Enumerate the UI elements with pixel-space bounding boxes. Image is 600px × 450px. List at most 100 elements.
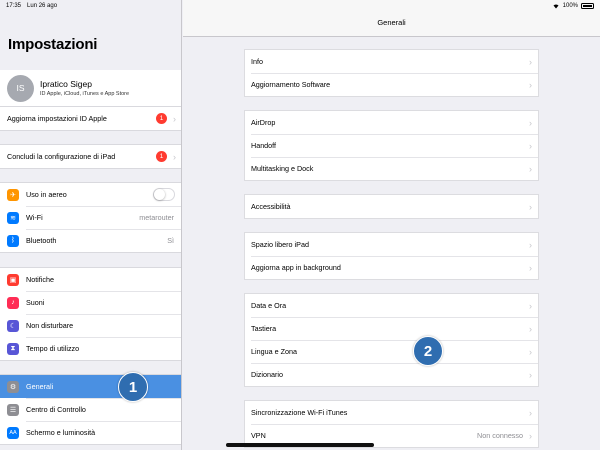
sidebar-item-label: Wi-Fi: [26, 213, 43, 222]
chevron-right-icon: ›: [529, 346, 532, 357]
row-label: Accessibilità: [251, 202, 291, 211]
chevron-right-icon: ›: [529, 323, 532, 334]
sidebar-item-notifications[interactable]: ▣ Notifiche: [0, 268, 181, 291]
continuity-group: AirDrop › Handoff › Multitasking e Dock ›: [244, 110, 539, 181]
sidebar-item-airplane[interactable]: ✈ Uso in aereo: [0, 183, 181, 206]
row-software-update[interactable]: Aggiornamento Software ›: [245, 73, 538, 96]
row-background-refresh[interactable]: Aggiorna app in background ›: [245, 256, 538, 279]
chevron-right-icon: ›: [173, 113, 176, 124]
bluetooth-value: Sì: [167, 236, 174, 245]
update-badge: 1: [156, 113, 167, 124]
wifi-icon: ≋: [7, 211, 19, 224]
row-multitasking[interactable]: Multitasking e Dock ›: [245, 157, 538, 180]
row-label: AirDrop: [251, 118, 276, 127]
chevron-right-icon: ›: [529, 140, 532, 151]
row-info[interactable]: Info ›: [245, 50, 538, 73]
chevron-right-icon: ›: [529, 163, 532, 174]
wifi-network-value: metarouter: [139, 213, 174, 222]
sidebar-item-general[interactable]: ⚙ Generali: [0, 375, 181, 398]
gear-icon: ⚙: [7, 380, 19, 393]
chevron-right-icon: ›: [529, 262, 532, 273]
sidebar-title: Impostazioni: [8, 36, 98, 53]
chevron-right-icon: ›: [529, 117, 532, 128]
display-icon: AA: [7, 426, 19, 439]
home-indicator[interactable]: [226, 443, 374, 447]
notifications-group: ▣ Notifiche ♪ Suoni ☾ Non disturbare ⧗ T…: [0, 267, 181, 361]
row-accessibility[interactable]: Accessibilità ›: [245, 195, 538, 218]
sidebar-item-label: Non disturbare: [26, 321, 74, 330]
control-center-icon: ☰: [7, 403, 19, 416]
row-label: Data e Ora: [251, 301, 287, 310]
sidebar-item-label: Notifiche: [26, 275, 54, 284]
row-handoff[interactable]: Handoff ›: [245, 134, 538, 157]
row-label: Lingua e Zona: [251, 347, 297, 356]
sidebar-item-label: Centro di Controllo: [26, 405, 86, 414]
airplane-mode-toggle[interactable]: [153, 188, 175, 201]
chevron-right-icon: ›: [529, 56, 532, 67]
row-keyboard[interactable]: Tastiera ›: [245, 317, 538, 340]
moon-icon: ☾: [7, 319, 19, 332]
row-itunes-wifi-sync[interactable]: Sincronizzazione Wi-Fi iTunes ›: [245, 401, 538, 424]
sync-vpn-group: Sincronizzazione Wi-Fi iTunes › VPN Non co…: [244, 400, 539, 448]
sidebar-item-display[interactable]: AA Schermo e luminosità: [0, 421, 181, 444]
profile-name: Ipratico Sigep: [40, 79, 92, 89]
chevron-right-icon: ›: [529, 407, 532, 418]
battery-icon: [581, 3, 594, 9]
bluetooth-icon: ᛒ: [7, 234, 19, 247]
row-date-time[interactable]: Data e Ora ›: [245, 294, 538, 317]
row-label: VPN: [251, 431, 266, 440]
row-label: Info: [251, 57, 263, 66]
row-label: Aggiorna app in background: [251, 263, 341, 272]
sidebar-item-screen-time[interactable]: ⧗ Tempo di utilizzo: [0, 337, 181, 360]
row-language-region[interactable]: Lingua e Zona ›: [245, 340, 538, 363]
sidebar-item-do-not-disturb[interactable]: ☾ Non disturbare: [0, 314, 181, 337]
update-apple-id-row[interactable]: Aggiorna impostazioni ID Apple 1 ›: [0, 107, 181, 130]
callout-marker-1: 1: [118, 372, 148, 402]
locale-group: Data e Ora › Tastiera › Lingua e Zona › Diz…: [244, 293, 539, 387]
wifi-status-icon: [553, 4, 559, 9]
status-time: 17:35: [6, 3, 22, 9]
apple-id-profile[interactable]: IS Ipratico Sigep ID Apple, iCloud, iTun…: [0, 70, 181, 106]
update-apple-id-label: Aggiorna impostazioni ID Apple: [7, 114, 107, 123]
finish-setup-label: Concludi la configurazione di iPad: [7, 152, 116, 161]
sidebar-item-wifi[interactable]: ≋ Wi-Fi metarouter: [0, 206, 181, 229]
page-title: Generali: [377, 18, 406, 27]
sidebar-item-label: Uso in aereo: [26, 190, 67, 199]
storage-group: Spazio libero iPad › Aggiorna app in back…: [244, 232, 539, 280]
callout-marker-2: 2: [413, 336, 443, 366]
sidebar-item-label: Suoni: [26, 298, 45, 307]
chevron-right-icon: ›: [529, 430, 532, 441]
row-dictionary[interactable]: Dizionario ›: [245, 363, 538, 386]
chevron-right-icon: ›: [173, 151, 176, 162]
sidebar-item-label: Bluetooth: [26, 236, 57, 245]
sounds-icon: ♪: [7, 296, 19, 309]
sidebar-item-label: Tempo di utilizzo: [26, 344, 80, 353]
status-bar: 17:35 Lun 26 ago 100%: [0, 0, 600, 12]
finish-setup-row[interactable]: Concludi la configurazione di iPad 1 ›: [0, 145, 181, 168]
sidebar-item-label: Generali: [26, 382, 54, 391]
notifications-icon: ▣: [7, 273, 19, 286]
row-label: Handoff: [251, 141, 277, 150]
row-label: Multitasking e Dock: [251, 164, 314, 173]
row-label: Dizionario: [251, 370, 283, 379]
settings-sidebar: Impostazioni IS Ipratico Sigep ID Apple,…: [0, 0, 182, 450]
sidebar-item-sounds[interactable]: ♪ Suoni: [0, 291, 181, 314]
status-right: 100%: [552, 3, 594, 9]
row-airdrop[interactable]: AirDrop ›: [245, 111, 538, 134]
apple-id-update-group: Aggiorna impostazioni ID Apple 1 ›: [0, 106, 181, 131]
general-detail-pane: Generali Info › Aggiornamento Software › A…: [183, 0, 600, 450]
chevron-right-icon: ›: [529, 300, 532, 311]
setup-badge: 1: [156, 151, 167, 162]
row-storage[interactable]: Spazio libero iPad ›: [245, 233, 538, 256]
row-label: Sincronizzazione Wi-Fi iTunes: [251, 408, 348, 417]
chevron-right-icon: ›: [529, 201, 532, 212]
about-group: Info › Aggiornamento Software ›: [244, 49, 539, 97]
hourglass-icon: ⧗: [7, 342, 19, 355]
accessibility-group: Accessibilità ›: [244, 194, 539, 219]
sidebar-item-bluetooth[interactable]: ᛒ Bluetooth Sì: [0, 229, 181, 252]
row-label: Spazio libero iPad: [251, 240, 309, 249]
vpn-status-value: Non connesso: [477, 431, 523, 440]
sidebar-item-control-center[interactable]: ☰ Centro di Controllo: [0, 398, 181, 421]
status-date: Lun 26 ago: [27, 3, 58, 9]
sidebar-item-label: Schermo e luminosità: [26, 428, 96, 437]
